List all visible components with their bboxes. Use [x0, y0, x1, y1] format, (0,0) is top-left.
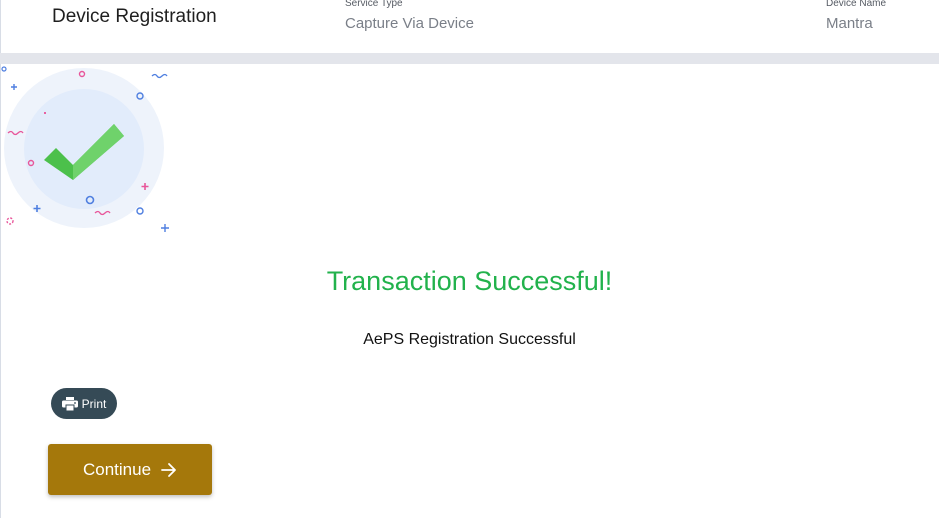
printer-icon — [61, 396, 78, 411]
continue-button[interactable]: Continue — [48, 444, 212, 495]
device-name-label: Device Name — [826, 0, 887, 9]
success-illustration — [1, 66, 169, 232]
service-type-value: Capture Via Device — [345, 15, 474, 32]
service-type-label: Service Type — [345, 0, 403, 9]
print-button[interactable]: Print — [51, 388, 117, 419]
print-button-label: Print — [81, 396, 107, 411]
page: Device Registration Service Type Capture… — [0, 0, 939, 518]
arrow-right-icon — [161, 462, 176, 477]
halo-inner — [24, 89, 144, 209]
continue-button-label: Continue — [82, 459, 152, 479]
header: Device Registration Service Type Capture… — [0, 0, 939, 53]
success-title: Transaction Successful! — [326, 266, 613, 296]
header-divider — [0, 53, 939, 64]
success-message: AePS Registration Successful — [363, 331, 576, 348]
device-name-value: Mantra — [826, 15, 873, 32]
page-title: Device Registration — [52, 6, 217, 27]
